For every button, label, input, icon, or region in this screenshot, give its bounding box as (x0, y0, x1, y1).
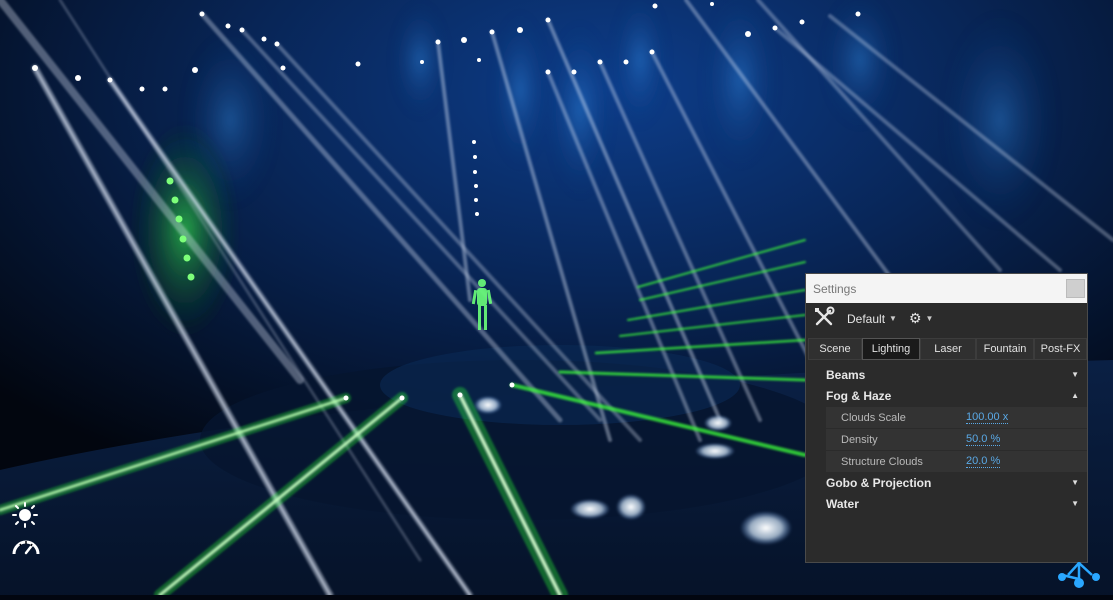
settings-panel: Settings Default ▼ ⚙ ▼ Scene Lighting La… (805, 273, 1088, 563)
close-button[interactable] (1066, 279, 1085, 298)
preset-dropdown[interactable]: Default ▼ (847, 312, 897, 326)
tab-lighting[interactable]: Lighting (862, 338, 920, 360)
preset-label: Default (847, 311, 886, 326)
tab-scene[interactable]: Scene (808, 338, 862, 360)
tab-post-fx[interactable]: Post-FX (1034, 338, 1087, 360)
property-row: Structure Clouds 20.0 % (826, 450, 1087, 472)
density-value[interactable]: 50.0 % (966, 433, 1001, 446)
clouds-scale-value[interactable]: 100.00 x (966, 411, 1009, 424)
settings-tabs: Scene Lighting Laser Fountain Post-FX (808, 338, 1087, 360)
tab-laser[interactable]: Laser (920, 338, 976, 360)
property-label: Clouds Scale (841, 411, 906, 424)
chevron-down-icon: ▼ (1071, 478, 1079, 487)
property-row: Clouds Scale 100.00 x (826, 406, 1087, 428)
property-label: Density (841, 433, 878, 446)
chevron-up-icon: ▲ (1071, 391, 1079, 400)
speedometer-icon[interactable] (11, 536, 41, 561)
chevron-down-icon: ▼ (925, 314, 934, 323)
section-gobo-projection[interactable]: Gobo & Projection ▼ (806, 472, 1087, 493)
settings-sections: Beams ▼ Fog & Haze ▲ Clouds Scale 100.00… (806, 364, 1087, 514)
tools-icon[interactable] (813, 306, 835, 331)
section-label: Gobo & Projection (826, 475, 932, 490)
tab-fountain[interactable]: Fountain (976, 338, 1034, 360)
settings-title: Settings (813, 281, 857, 296)
section-label: Beams (826, 367, 866, 382)
gear-icon: ⚙ (908, 310, 922, 326)
chevron-down-icon: ▼ (1071, 499, 1079, 508)
property-row: Density 50.0 % (826, 428, 1087, 450)
chevron-down-icon: ▼ (889, 314, 897, 323)
section-water[interactable]: Water ▼ (806, 493, 1087, 514)
sun-icon[interactable] (11, 502, 39, 533)
app-logo-icon (1054, 561, 1104, 596)
section-label: Fog & Haze (826, 388, 892, 403)
chevron-down-icon: ▼ (1071, 370, 1079, 379)
section-label: Water (826, 496, 859, 511)
property-label: Structure Clouds (841, 455, 923, 468)
section-fog-haze[interactable]: Fog & Haze ▲ (806, 385, 1087, 406)
gear-dropdown[interactable]: ⚙ ▼ (909, 310, 933, 327)
settings-toolbar: Default ▼ ⚙ ▼ (806, 303, 1087, 334)
section-beams[interactable]: Beams ▼ (806, 364, 1087, 385)
settings-titlebar[interactable]: Settings (806, 274, 1087, 303)
structure-clouds-value[interactable]: 20.0 % (966, 455, 1001, 468)
